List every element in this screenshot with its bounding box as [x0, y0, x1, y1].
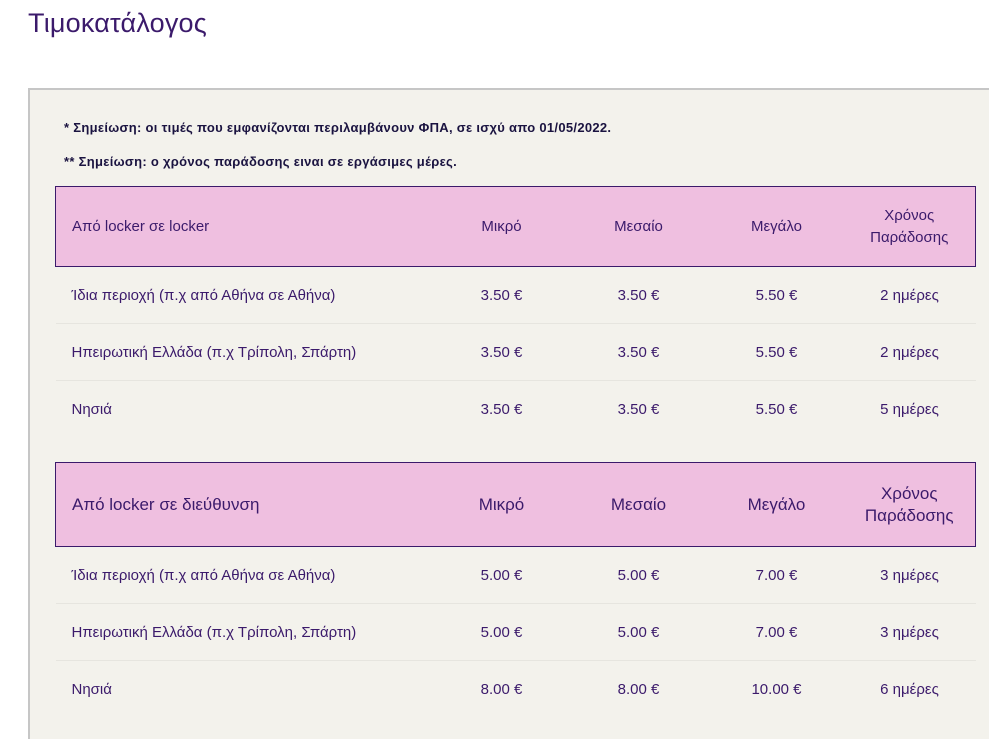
- delivery-time-cell: 2 ημέρες: [843, 266, 976, 324]
- price-large-cell: 5.50 €: [709, 266, 844, 324]
- table-row: Ίδια περιοχή (π.χ από Αθήνα σε Αθήνα) 5.…: [55, 546, 976, 604]
- delivery-time-cell: 2 ημέρες: [843, 323, 976, 381]
- table-header-row: Από locker σε διεύθυνση Μικρό Μεσαίο Μεγ…: [55, 462, 976, 547]
- page-title: Τιμοκατάλογος: [28, 8, 207, 38]
- route-cell: Ίδια περιοχή (π.χ από Αθήνα σε Αθήνα): [55, 546, 436, 604]
- header-route: Από locker σε διεύθυνση: [55, 462, 436, 547]
- locker-to-address-table: Από locker σε διεύθυνση Μικρό Μεσαίο Μεγ…: [55, 462, 976, 717]
- price-small-cell: 8.00 €: [480, 680, 523, 698]
- delivery-time-cell: 3 ημέρες: [843, 603, 976, 661]
- table-row: Ίδια περιοχή (π.χ από Αθήνα σε Αθήνα) 3.…: [55, 266, 976, 324]
- delivery-time-cell: 3 ημέρες: [843, 546, 976, 604]
- price-large-cell: 10.00 €: [751, 680, 802, 698]
- price-medium-cell: 3.50 €: [567, 323, 710, 381]
- price-small-cell: 3.50 €: [435, 266, 568, 324]
- price-large-cell: 7.00 €: [709, 546, 844, 604]
- header-delivery-time: Χρόνος Παράδοσης: [843, 462, 976, 547]
- header-large: Μεγάλο: [709, 462, 844, 547]
- price-large-cell: 5.50 €: [755, 400, 798, 418]
- header-small: Μικρό: [435, 186, 568, 267]
- header-medium: Μεσαίο: [567, 462, 710, 547]
- header-small: Μικρό: [435, 462, 568, 547]
- price-small-cell: 3.50 €: [435, 323, 568, 381]
- price-small-cell: 3.50 €: [480, 400, 523, 418]
- price-list-panel: * Σημείωση: οι τιμές που εμφανίζονται πε…: [28, 88, 989, 739]
- table-row: Ηπειρωτική Ελλάδα (π.χ Τρίπολη, Σπάρτη) …: [55, 323, 976, 381]
- price-small-cell: 5.00 €: [435, 603, 568, 661]
- price-medium-cell: 5.00 €: [567, 546, 710, 604]
- table-row: Νησιά 3.50 € 3.50 € 5.50 € 5 ημέρες: [56, 381, 976, 438]
- route-cell: Ηπειρωτική Ελλάδα (π.χ Τρίπολη, Σπάρτη): [55, 603, 436, 661]
- table-header-row: Από locker σε locker Μικρό Μεσαίο Μεγάλο…: [55, 186, 976, 267]
- route-cell: Νησιά: [71, 680, 112, 698]
- table-row: Νησιά 8.00 € 8.00 € 10.00 € 6 ημέρες: [56, 661, 976, 718]
- price-small-cell: 5.00 €: [435, 546, 568, 604]
- header-large: Μεγάλο: [709, 186, 844, 267]
- route-cell: Ηπειρωτική Ελλάδα (π.χ Τρίπολη, Σπάρτη): [55, 323, 436, 381]
- price-large-cell: 7.00 €: [709, 603, 844, 661]
- price-medium-cell: 5.00 €: [567, 603, 710, 661]
- route-cell: Ίδια περιοχή (π.χ από Αθήνα σε Αθήνα): [55, 266, 436, 324]
- price-large-cell: 5.50 €: [709, 323, 844, 381]
- delivery-note: ** Σημείωση: ο χρόνος παράδοσης ειναι σε…: [64, 154, 458, 169]
- delivery-time-cell: 5 ημέρες: [880, 400, 939, 418]
- header-delivery-time: Χρόνος Παράδοσης: [843, 186, 976, 267]
- header-route: Από locker σε locker: [55, 186, 436, 267]
- table-row: Ηπειρωτική Ελλάδα (π.χ Τρίπολη, Σπάρτη) …: [55, 603, 976, 661]
- locker-to-locker-table: Από locker σε locker Μικρό Μεσαίο Μεγάλο…: [55, 186, 976, 437]
- price-medium-cell: 3.50 €: [617, 400, 660, 418]
- header-medium: Μεσαίο: [567, 186, 710, 267]
- price-medium-cell: 3.50 €: [567, 266, 710, 324]
- vat-note: * Σημείωση: οι τιμές που εμφανίζονται πε…: [64, 120, 612, 135]
- route-cell: Νησιά: [71, 400, 112, 418]
- delivery-time-cell: 6 ημέρες: [880, 680, 939, 698]
- price-medium-cell: 8.00 €: [617, 680, 660, 698]
